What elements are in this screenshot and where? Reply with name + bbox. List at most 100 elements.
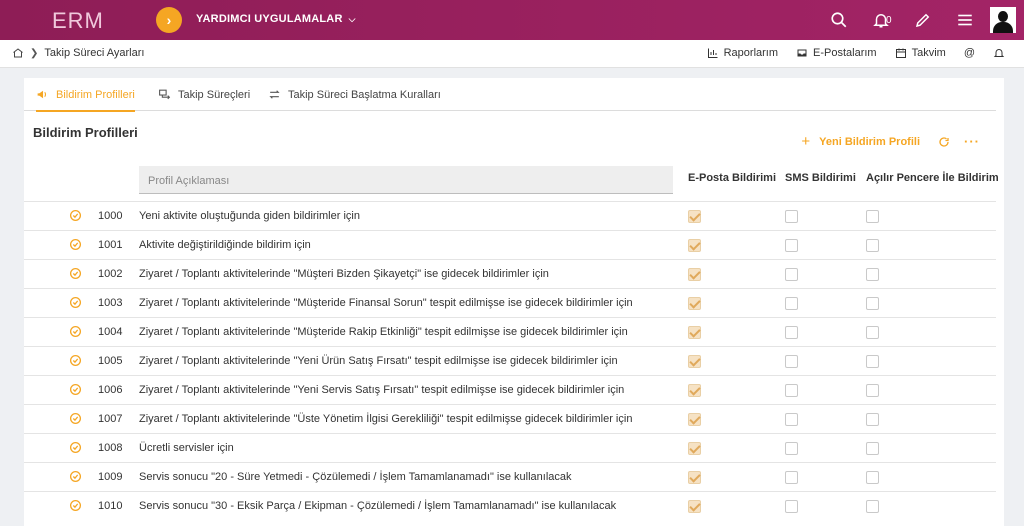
profile-description: Ziyaret / Toplantı aktivitelerinde "Üste… (139, 413, 633, 425)
settings-card: Bildirim Profilleri Takip Süreçleri Taki… (24, 78, 1004, 526)
table-row[interactable]: 1005 Ziyaret / Toplantı aktivitelerinde "… (24, 346, 996, 375)
email-notification-checkbox[interactable] (688, 210, 701, 223)
email-notification-checkbox[interactable] (688, 297, 701, 310)
popup-notification-checkbox[interactable] (866, 210, 879, 223)
check-circle-icon (69, 412, 82, 425)
table-row[interactable]: 1008 Ücretli servisler için (24, 433, 996, 462)
emails-link[interactable]: E-Postalarım (796, 47, 877, 59)
email-notification-checkbox[interactable] (688, 500, 701, 513)
column-header-email: E-Posta Bildirimi (688, 172, 777, 184)
popup-notification-checkbox[interactable] (866, 239, 879, 252)
sms-notification-checkbox[interactable] (785, 384, 798, 397)
profile-description: Aktivite değiştirildiğinde bildirim için (139, 239, 311, 251)
mentions-link[interactable]: @ (964, 47, 975, 59)
popup-notification-checkbox[interactable] (866, 471, 879, 484)
sms-notification-checkbox[interactable] (785, 297, 798, 310)
profile-code: 1006 (98, 384, 123, 396)
email-notification-checkbox[interactable] (688, 413, 701, 426)
popup-notification-checkbox[interactable] (866, 268, 879, 281)
notifications-button[interactable]: 0 (860, 0, 902, 40)
sms-notification-checkbox[interactable] (785, 268, 798, 281)
sms-notification-checkbox[interactable] (785, 442, 798, 455)
pencil-icon (915, 13, 930, 28)
calendar-icon (895, 48, 906, 58)
table-row[interactable]: 1001 Aktivite değiştirildiğinde bildirim … (24, 230, 996, 259)
profile-code: 1003 (98, 297, 123, 309)
check-circle-icon (69, 354, 82, 367)
sms-notification-checkbox[interactable] (785, 471, 798, 484)
profile-description: Ziyaret / Toplantı aktivitelerinde "Yeni… (139, 384, 625, 396)
sms-notification-checkbox[interactable] (785, 500, 798, 513)
plus-icon[interactable]: + (801, 133, 810, 150)
tab-start-rules[interactable]: Takip Süreci Başlatma Kuralları (268, 78, 441, 111)
hamburger-menu-button[interactable] (944, 0, 986, 40)
popup-notification-checkbox[interactable] (866, 500, 879, 513)
table-row[interactable]: 1009 Servis sonucu "20 - Süre Yetmedi - Ç… (24, 462, 996, 491)
alerts-link[interactable] (993, 47, 1010, 59)
table-row[interactable]: 1010 Servis sonucu "30 - Eksik Parça / Ek… (24, 491, 996, 520)
calendar-link[interactable]: Takvim (895, 47, 946, 59)
profile-description: Yeni aktivite oluştuğunda giden bildirim… (139, 210, 360, 222)
table-row[interactable]: 1000 Yeni aktivite oluştuğunda giden bild… (24, 201, 996, 230)
tab-bar: Bildirim Profilleri Takip Süreçleri Taki… (24, 78, 996, 112)
apps-dropdown[interactable]: YARDIMCI UYGULAMALAR ⌵ (196, 13, 356, 25)
home-icon[interactable] (12, 47, 24, 59)
email-notification-checkbox[interactable] (688, 268, 701, 281)
table-row[interactable]: 1004 Ziyaret / Toplantı aktivitelerinde "… (24, 317, 996, 346)
popup-notification-checkbox[interactable] (866, 413, 879, 426)
tab-notification-profiles[interactable]: Bildirim Profilleri (36, 78, 135, 112)
inbox-icon (797, 49, 807, 57)
megaphone-icon (37, 90, 47, 99)
tab-follow-processes[interactable]: Takip Süreçleri (158, 78, 250, 111)
tab-label: Bildirim Profilleri (56, 88, 135, 101)
profile-description: Ücretli servisler için (139, 442, 234, 454)
email-notification-checkbox[interactable] (688, 326, 701, 339)
search-button[interactable] (818, 0, 860, 40)
check-circle-icon (69, 209, 82, 222)
new-profile-button[interactable]: Yeni Bildirim Profili (819, 136, 920, 148)
refresh-icon[interactable] (938, 136, 950, 148)
profile-description: Ziyaret / Toplantı aktivitelerinde "Yeni… (139, 355, 618, 367)
profile-code: 1001 (98, 239, 123, 251)
reports-link[interactable]: Raporlarım (707, 47, 778, 59)
sms-notification-checkbox[interactable] (785, 210, 798, 223)
section-title: Bildirim Profilleri (33, 125, 138, 140)
check-circle-icon (69, 325, 82, 338)
popup-notification-checkbox[interactable] (866, 355, 879, 368)
chevron-down-icon: ⌵ (348, 14, 356, 24)
sms-notification-checkbox[interactable] (785, 413, 798, 426)
email-notification-checkbox[interactable] (688, 355, 701, 368)
popup-notification-checkbox[interactable] (866, 297, 879, 310)
popup-notification-checkbox[interactable] (866, 326, 879, 339)
email-notification-checkbox[interactable] (688, 471, 701, 484)
popup-notification-checkbox[interactable] (866, 384, 879, 397)
email-notification-checkbox[interactable] (688, 384, 701, 397)
user-avatar[interactable] (990, 7, 1016, 33)
profile-description-filter[interactable]: Profil Açıklaması (139, 166, 673, 194)
table-row[interactable]: 1003 Ziyaret / Toplantı aktivitelerinde "… (24, 288, 996, 317)
sms-notification-checkbox[interactable] (785, 355, 798, 368)
email-notification-checkbox[interactable] (688, 442, 701, 455)
table-row[interactable]: 1007 Ziyaret / Toplantı aktivitelerinde "… (24, 404, 996, 433)
hamburger-icon (958, 14, 972, 26)
profiles-table: 1000 Yeni aktivite oluştuğunda giden bild… (24, 201, 996, 520)
app-logo[interactable]: ERM (52, 8, 104, 34)
main-menu-button[interactable]: › (156, 7, 182, 33)
table-row[interactable]: 1006 Ziyaret / Toplantı aktivitelerinde "… (24, 375, 996, 404)
more-options-button[interactable]: ··· (964, 134, 980, 149)
edit-button[interactable] (902, 0, 944, 40)
check-circle-icon (69, 470, 82, 483)
column-header-sms: SMS Bildirimi (785, 172, 856, 184)
notification-count: 0 (886, 15, 892, 26)
sms-notification-checkbox[interactable] (785, 326, 798, 339)
profile-code: 1002 (98, 268, 123, 280)
profile-description: Ziyaret / Toplantı aktivitelerinde "Müşt… (139, 326, 628, 338)
table-row[interactable]: 1002 Ziyaret / Toplantı aktivitelerinde "… (24, 259, 996, 288)
breadcrumb: ❯ Takip Süreci Ayarları (12, 47, 144, 59)
check-circle-icon (69, 267, 82, 280)
top-navigation-bar: ERM › YARDIMCI UYGULAMALAR ⌵ 0 (0, 0, 1024, 40)
email-notification-checkbox[interactable] (688, 239, 701, 252)
sms-notification-checkbox[interactable] (785, 239, 798, 252)
breadcrumb-current: Takip Süreci Ayarları (44, 47, 145, 59)
popup-notification-checkbox[interactable] (866, 442, 879, 455)
